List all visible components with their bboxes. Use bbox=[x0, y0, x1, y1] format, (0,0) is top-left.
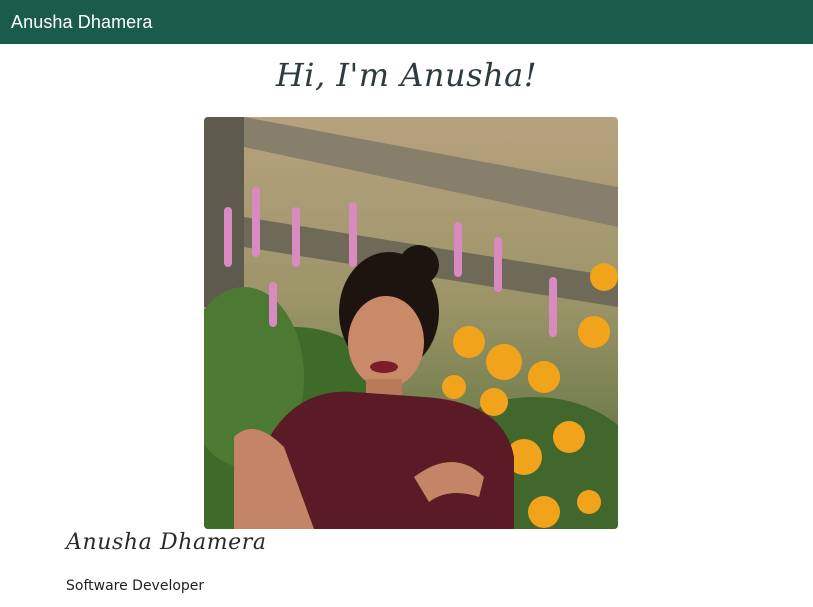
top-navbar: Anusha Dhamera bbox=[0, 0, 813, 44]
greeting-heading: Hi, I'm Anusha! bbox=[275, 56, 538, 94]
profile-role: Software Developer bbox=[66, 578, 205, 594]
profile-name: Anusha Dhamera bbox=[66, 530, 267, 555]
profile-photo bbox=[204, 117, 618, 529]
navbar-brand-link[interactable]: Anusha Dhamera bbox=[11, 12, 152, 33]
